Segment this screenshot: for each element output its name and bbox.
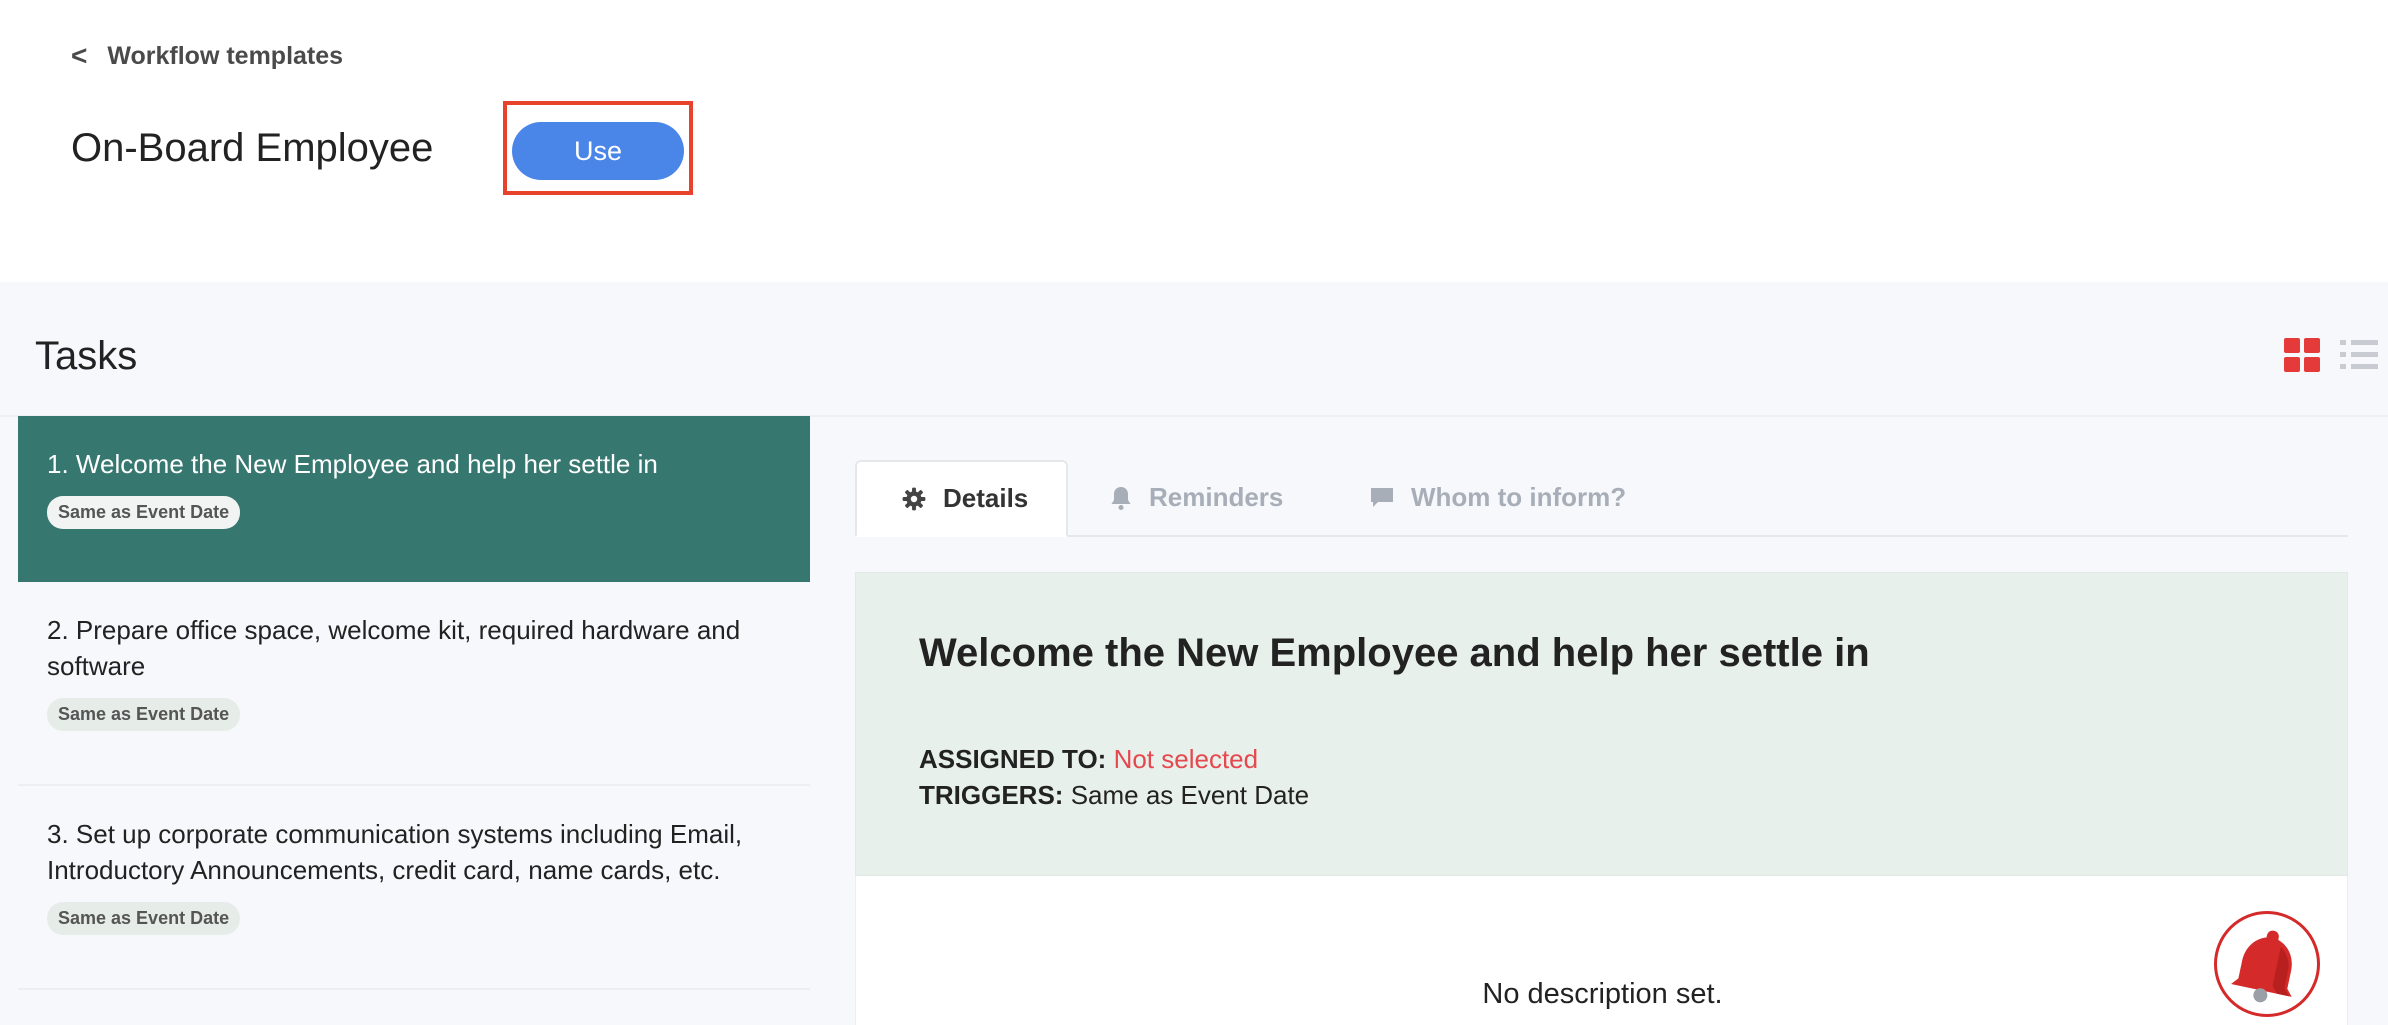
task-item-1[interactable]: 1. Welcome the New Employee and help her… — [18, 416, 810, 582]
notification-bell-button[interactable] — [2214, 911, 2320, 1017]
notification-bell-icon — [2231, 930, 2292, 1003]
assigned-to-label: ASSIGNED TO: — [919, 744, 1107, 774]
task-detail-header: Welcome the New Employee and help her se… — [855, 572, 2348, 876]
grid-view-icon[interactable] — [2284, 338, 2320, 372]
chat-icon — [1371, 487, 1393, 507]
tab-reminders-label: Reminders — [1149, 482, 1284, 512]
tasks-section: Tasks 1. Welcome the New Employee and he… — [0, 282, 2388, 1025]
task-item-text: 3. Set up corporate communication system… — [47, 819, 743, 885]
back-link[interactable]: < Workflow templates — [71, 40, 343, 72]
header: < Workflow templates On-Board Employee U… — [0, 0, 2388, 282]
task-detail-title: Welcome the New Employee and help her se… — [919, 631, 1870, 675]
task-item-3[interactable]: 3. Set up corporate communication system… — [18, 786, 810, 990]
task-description: No description set. — [855, 876, 2348, 1025]
triggers-value: Same as Event Date — [1070, 780, 1310, 810]
tab-details[interactable]: Details — [855, 460, 1069, 537]
back-link-label: Workflow templates — [107, 41, 344, 70]
task-item-2[interactable]: 2. Prepare office space, welcome kit, re… — [18, 582, 810, 786]
page-title: On-Board Employee — [71, 126, 434, 170]
tab-details-label: Details — [943, 483, 1029, 513]
task-detail-panel: Details Reminders Whom to inform? Welcom… — [855, 460, 2348, 1025]
detail-tabs: Details Reminders Whom to inform? — [855, 460, 2348, 537]
gear-icon — [902, 487, 926, 510]
description-text: No description set. — [1482, 978, 1723, 1010]
task-list: 1. Welcome the New Employee and help her… — [18, 416, 810, 1025]
task-item-text: 2. Prepare office space, welcome kit, re… — [47, 615, 741, 681]
use-button[interactable]: Use — [512, 122, 684, 180]
task-trigger-badge: Same as Event Date — [47, 698, 241, 731]
tab-reminders[interactable]: Reminders — [1109, 460, 1283, 535]
tasks-title: Tasks — [35, 334, 138, 378]
tab-whom-to-inform-label: Whom to inform? — [1411, 482, 1627, 512]
task-trigger-badge: Same as Event Date — [47, 902, 241, 935]
triggers-label: TRIGGERS: — [919, 780, 1064, 810]
task-meta: ASSIGNED TO: Not selected TRIGGERS: Same… — [919, 741, 1309, 813]
chevron-left-icon: < — [71, 40, 88, 71]
list-view-icon[interactable] — [2340, 338, 2378, 372]
bell-icon — [1111, 486, 1131, 510]
task-item-text: 1. Welcome the New Employee and help her… — [47, 449, 658, 479]
tab-whom-to-inform[interactable]: Whom to inform? — [1369, 460, 1626, 535]
task-trigger-badge: Same as Event Date — [47, 496, 241, 529]
assigned-to-value: Not selected — [1113, 744, 1259, 774]
